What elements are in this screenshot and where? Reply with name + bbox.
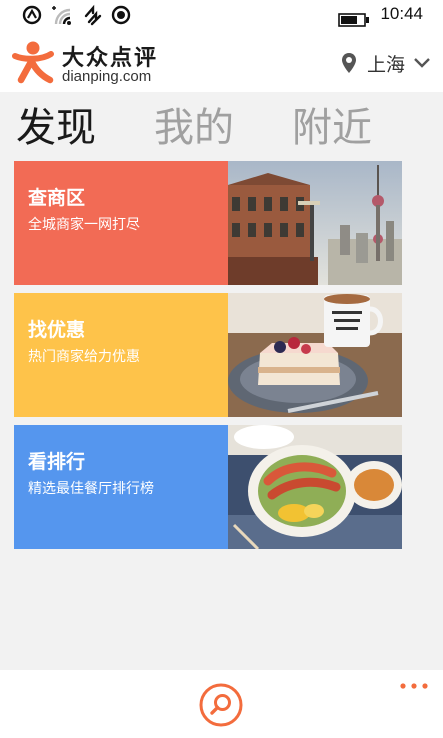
tab-nearby[interactable]: 附近 [292, 100, 372, 156]
map-pin-icon [341, 53, 356, 73]
card-rankings[interactable]: 看排行 精选最佳餐厅排行榜 [14, 425, 402, 549]
card-color-panel: 查商区 全城商家一网打尽 [14, 161, 228, 285]
nfc-icon [22, 5, 42, 25]
status-bar: 10:44 [0, 0, 443, 32]
card-deals[interactable]: 找优惠 热门商家给力优惠 [14, 293, 402, 417]
city-selector[interactable]: 上海 [341, 48, 431, 78]
card-color-panel: 看排行 精选最佳餐厅排行榜 [14, 425, 228, 549]
shanghai-skyline-photo [228, 161, 402, 285]
brand-logo[interactable]: 大众点评 dianping.com [12, 38, 162, 88]
tab-mine[interactable]: 我的 [154, 100, 234, 156]
pivot-tabs: 发现 我的 附近 [0, 100, 443, 160]
data-icon [84, 4, 102, 26]
clock-time: 10:44 [380, 4, 423, 23]
brand-url: dianping.com [62, 68, 152, 85]
bottom-app-bar [0, 670, 443, 738]
food-bowl-photo [228, 425, 402, 549]
screen: 10:44 大众点评 dianping.com 上海 发现 我的 附近 查商区 … [0, 0, 443, 738]
dianping-logo-icon [12, 41, 54, 84]
card-color-panel: 找优惠 热门商家给力优惠 [14, 293, 228, 417]
search-icon[interactable] [198, 682, 244, 728]
more-dots-icon[interactable] [399, 680, 429, 692]
card-title: 找优惠 [28, 319, 86, 341]
card-subtitle: 全城商家一网打尽 [28, 217, 140, 233]
card-title: 看排行 [28, 451, 86, 473]
card-subtitle: 热门商家给力优惠 [28, 349, 140, 365]
battery-icon [338, 13, 369, 27]
app-header: 大众点评 dianping.com 上海 [0, 32, 443, 92]
card-title: 查商区 [28, 187, 86, 209]
card-business-district[interactable]: 查商区 全城商家一网打尽 [14, 161, 402, 285]
chevron-down-icon [414, 58, 430, 68]
card-subtitle: 精选最佳餐厅排行榜 [28, 481, 154, 497]
location-dot-icon [111, 5, 131, 25]
tab-discover[interactable]: 发现 [16, 100, 96, 156]
city-name: 上海 [366, 53, 405, 76]
cake-and-coffee-photo [228, 293, 402, 417]
signal-icon [52, 6, 71, 25]
